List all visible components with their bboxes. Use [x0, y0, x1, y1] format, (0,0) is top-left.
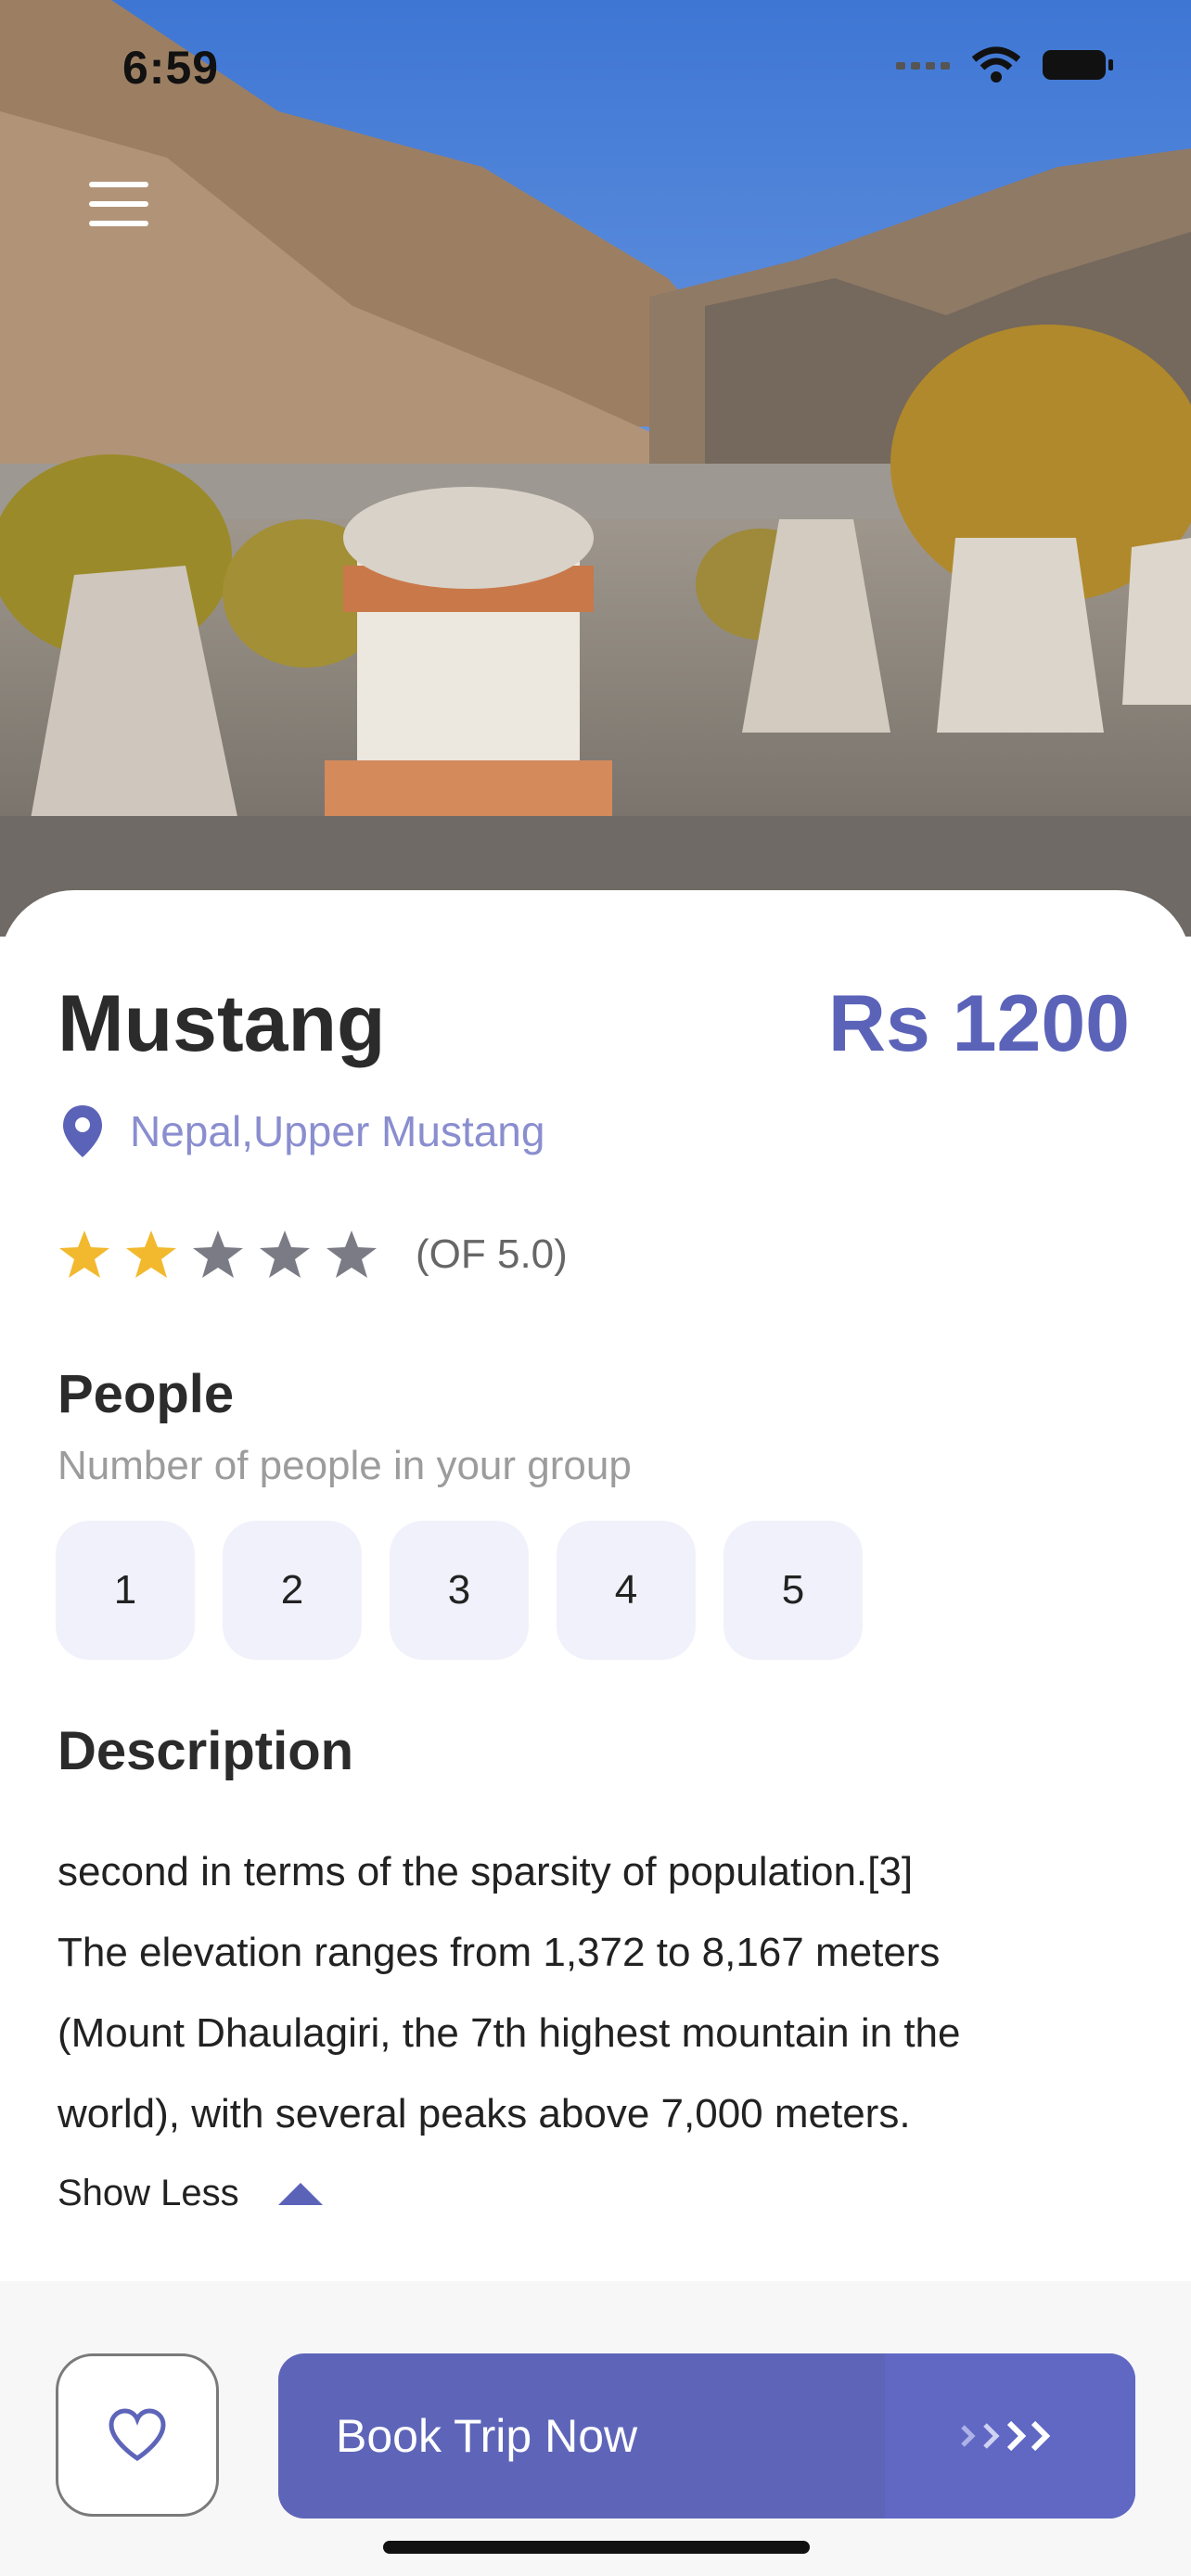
wifi-icon [972, 46, 1020, 83]
star-filled-icon [126, 1231, 176, 1278]
description-heading: Description [58, 1721, 354, 1781]
favorite-button[interactable] [56, 2353, 219, 2517]
heart-icon [109, 2408, 166, 2461]
location-row: Nepal,Upper Mustang [61, 1103, 544, 1159]
status-icons [896, 46, 1115, 83]
rating-text: (OF 5.0) [416, 1231, 568, 1277]
chevron-up-icon [277, 2182, 323, 2205]
people-options: 1 2 3 4 5 [56, 1521, 863, 1660]
people-subtitle: Number of people in your group [58, 1443, 632, 1488]
description-line: The elevation ranges from 1,372 to 8,167… [58, 1930, 941, 1975]
rating-stars [58, 1229, 378, 1281]
book-arrow-area [885, 2353, 1135, 2519]
people-option-3[interactable]: 3 [390, 1521, 529, 1660]
people-option-4[interactable]: 4 [557, 1521, 696, 1660]
star-filled-icon [59, 1231, 109, 1278]
people-heading: People [58, 1364, 235, 1424]
description-text: second in terms of the sparsity of popul… [58, 1831, 1133, 2154]
star-empty-icon [260, 1231, 310, 1278]
people-option-1[interactable]: 1 [56, 1521, 195, 1660]
show-less-toggle[interactable]: Show Less [58, 2173, 325, 2214]
battery-icon [1043, 50, 1113, 80]
book-trip-button[interactable]: Book Trip Now [278, 2353, 1135, 2519]
description-line: (Mount Dhaulagiri, the 7th highest mount… [58, 2010, 961, 2056]
star-empty-icon [327, 1231, 377, 1278]
location-text: Nepal,Upper Mustang [130, 1107, 545, 1155]
hero-image [0, 0, 1191, 937]
location-pin-icon [63, 1105, 102, 1157]
show-less-label: Show Less [58, 2173, 239, 2213]
double-chevron-right-icon [961, 2420, 1051, 2452]
star-empty-icon [193, 1231, 243, 1278]
destination-price: Rs 1200 [827, 979, 1130, 1068]
people-option-2[interactable]: 2 [223, 1521, 362, 1660]
description-line: second in terms of the sparsity of popul… [58, 1849, 914, 1894]
home-indicator [383, 2541, 810, 2554]
menu-button[interactable] [89, 182, 148, 226]
status-time: 6:59 [122, 42, 220, 94]
description-line: world), with several peaks above 7,000 m… [58, 2091, 911, 2136]
book-trip-label: Book Trip Now [336, 2410, 638, 2462]
hamburger-icon [89, 182, 148, 187]
destination-title: Mustang [58, 979, 386, 1068]
people-option-5[interactable]: 5 [724, 1521, 863, 1660]
rating-row: (OF 5.0) [58, 1229, 568, 1281]
signal-icon [896, 62, 950, 70]
